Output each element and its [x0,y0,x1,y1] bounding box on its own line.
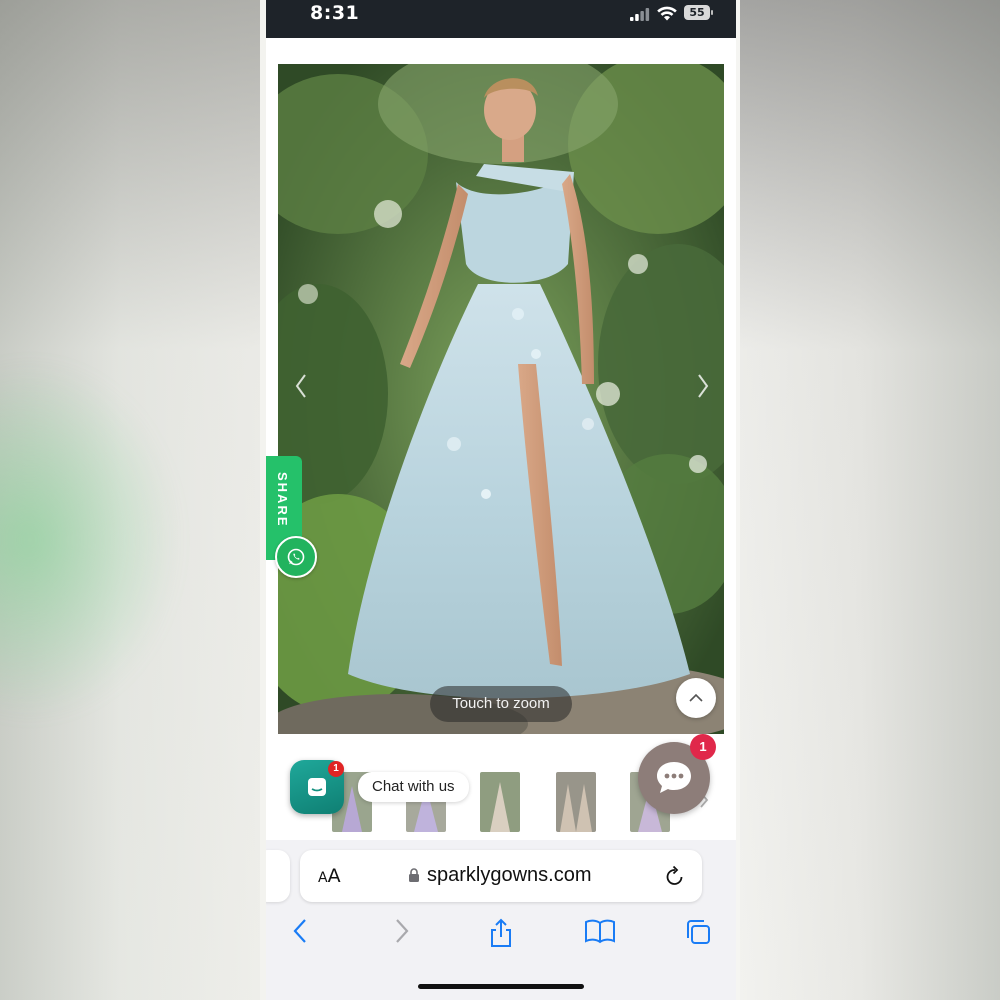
thumbnail-4[interactable] [556,772,596,832]
chevron-up-icon [689,693,703,702]
next-image-icon[interactable] [696,372,710,400]
bookmarks-icon[interactable] [584,918,616,944]
url-text: sparklygowns.com [427,864,592,886]
gown-photo [278,64,724,734]
battery-icon: 55 [684,5,713,20]
phone-screen: 8:31 55 Touch to zoom SHARE 1 Chat with … [266,0,736,1000]
whatsapp-icon [287,548,305,566]
browser-bottom-bar: AA sparklygowns.com [266,840,736,1000]
previous-tab-peek[interactable] [266,850,290,902]
back-icon[interactable] [292,918,308,944]
thumbnail-3[interactable] [480,772,520,832]
address-bar[interactable]: AA sparklygowns.com [300,850,702,902]
chat-with-us-label[interactable]: Chat with us [358,772,469,802]
reader-label-big: A [327,865,341,887]
forward-icon[interactable] [394,918,410,944]
lock-icon [409,868,419,882]
background-green-glow [0,360,180,720]
scroll-to-top-button[interactable] [676,678,716,718]
wifi-icon [657,6,677,21]
messenger-badge: 1 [690,734,716,760]
chat-bubble-icon [308,778,326,796]
home-indicator [418,984,584,989]
product-image[interactable]: Touch to zoom [278,64,724,734]
tabs-icon[interactable] [684,918,712,946]
background-shade-right [740,0,1000,1000]
status-bar: 8:31 55 [266,0,736,38]
message-bubble-icon [657,762,691,793]
reader-mode-button[interactable]: AA [318,865,341,887]
chat-app-badge: 1 [328,761,344,777]
previous-image-icon[interactable] [294,372,308,400]
share-icon[interactable] [488,918,514,948]
reload-icon[interactable] [664,864,686,888]
reader-label-small: A [318,870,328,886]
whatsapp-share-button[interactable] [275,536,317,578]
signal-icon [630,8,650,21]
share-label: SHARE [275,472,290,528]
touch-to-zoom-hint: Touch to zoom [430,686,572,722]
status-time: 8:31 [310,2,360,24]
browser-toolbar [266,916,736,956]
